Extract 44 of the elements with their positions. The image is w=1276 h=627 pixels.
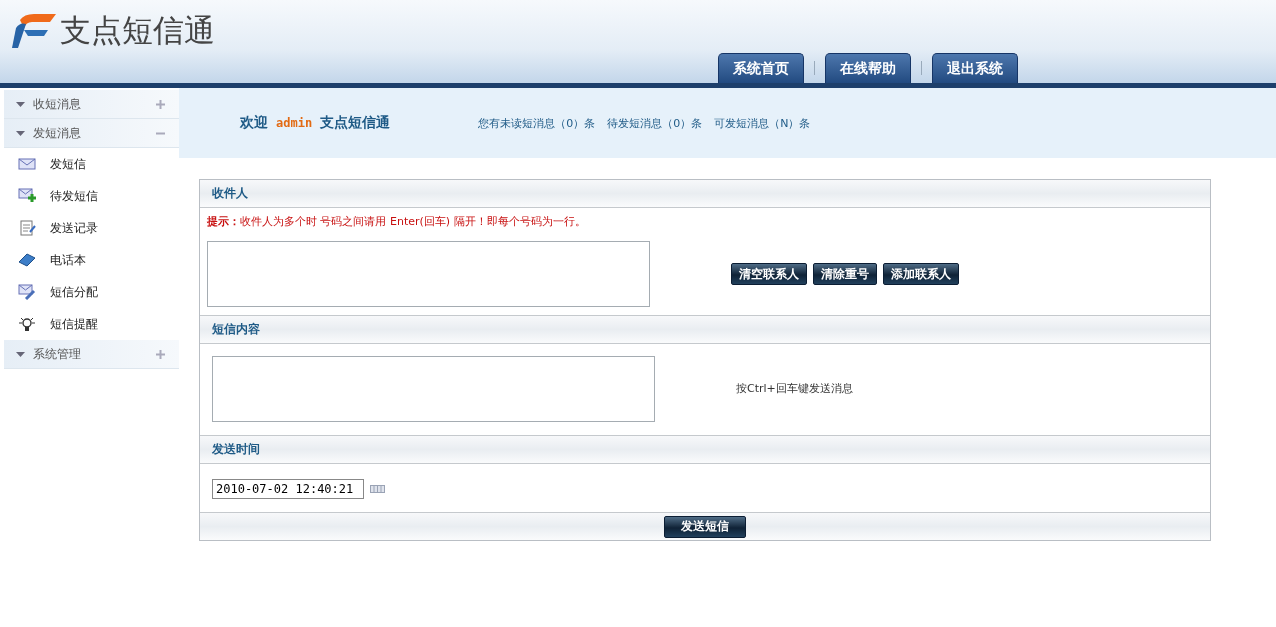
section-title: 收件人 (212, 185, 248, 202)
sidebar-item[interactable]: 短信提醒 (0, 308, 179, 340)
send-button[interactable]: 发送短信 (664, 515, 746, 538)
caret-icon (16, 101, 25, 107)
app-name: 支点短信通 (320, 114, 391, 132)
calendar-icon[interactable] (370, 485, 385, 493)
sidebar-item[interactable]: 发送记录 (0, 212, 179, 244)
notepad-icon (18, 220, 36, 236)
message-count: 待发短消息（0）条 (607, 115, 703, 131)
action-button[interactable]: 清空联系人 (731, 263, 807, 285)
expand-icon[interactable] (156, 99, 165, 109)
caret-icon (16, 351, 25, 357)
section-title: 发送时间 (212, 441, 260, 458)
nav-tab[interactable]: 系统首页 (718, 53, 804, 83)
hint-text: 提示：收件人为多个时 号码之间请用 Enter(回车) 隔开！即每个号码为一行。 (206, 214, 587, 229)
envelope-plus-icon (18, 188, 36, 204)
datetime-field[interactable]: 2010-07-02 12:40:21 (212, 479, 364, 499)
section-title: 短信内容 (212, 321, 260, 338)
book-icon (18, 252, 36, 268)
nav-tab[interactable]: 在线帮助 (825, 53, 911, 83)
message-field[interactable] (212, 356, 655, 422)
expand-icon[interactable] (156, 349, 165, 359)
hint-text: 按Ctrl+回车键发送消息 (736, 381, 853, 396)
envelope-icon (18, 156, 36, 172)
sidebar-group-header[interactable]: 收短消息 (4, 90, 179, 119)
logo-icon (12, 13, 56, 48)
welcome-text: 欢迎 (240, 114, 268, 132)
message-count: 您有未读短消息（0）条 (478, 115, 596, 131)
sidebar-item[interactable]: 待发短信 (0, 180, 179, 212)
lightbulb-icon (18, 316, 36, 332)
user-name: admin (276, 116, 313, 130)
envelope-pencil-icon (18, 284, 36, 300)
caret-icon (16, 130, 25, 136)
action-button[interactable]: 添加联系人 (883, 263, 959, 285)
sidebar-group-header[interactable]: 系统管理 (4, 340, 179, 369)
sidebar-item[interactable]: 电话本 (0, 244, 179, 276)
sidebar-group-header[interactable]: 发短消息 (4, 119, 179, 148)
sidebar-item[interactable]: 发短信 (0, 148, 179, 180)
action-button[interactable]: 清除重号 (813, 263, 877, 285)
nav-tab[interactable]: 退出系统 (932, 53, 1018, 83)
recipients-field[interactable] (207, 241, 650, 307)
sidebar-item[interactable]: 短信分配 (0, 276, 179, 308)
logo-text: 支点短信通 (60, 10, 215, 50)
message-count: 可发短消息（N）条 (714, 115, 811, 131)
